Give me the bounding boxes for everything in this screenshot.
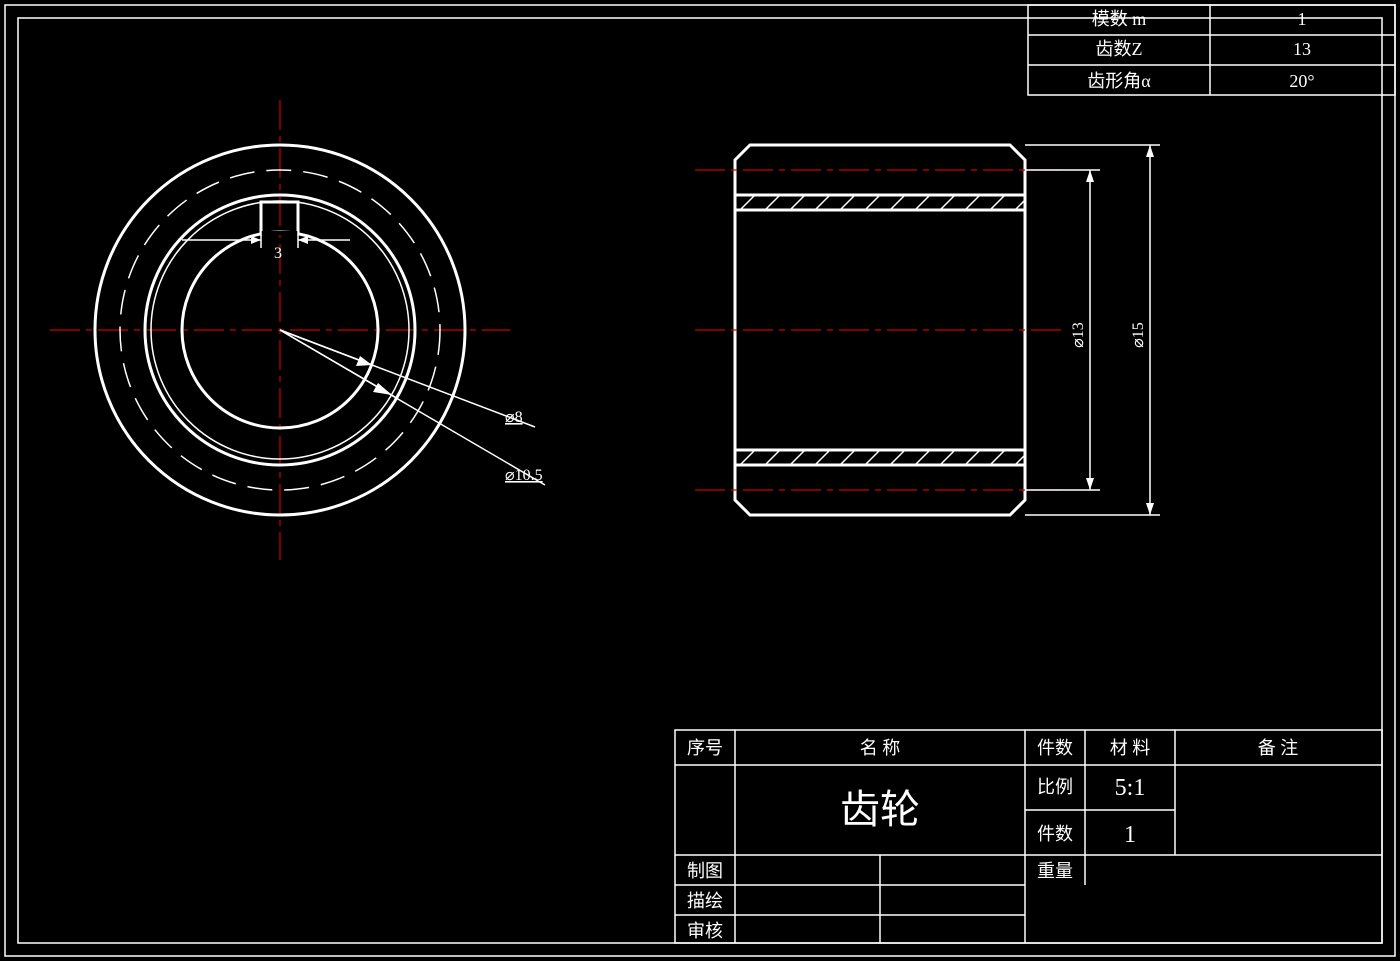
hdr-name: 名 称 xyxy=(860,738,901,758)
outer-border xyxy=(5,5,1395,956)
title-block: 序号 名 称 件数 材 料 备 注 齿轮 比例 5:1 件数 1 制图 描绘 审… xyxy=(675,730,1382,943)
front-view: 3 ⌀8 ⌀10.5 xyxy=(50,100,545,560)
hdr-material: 材 料 xyxy=(1110,738,1151,758)
drawing-canvas: 模数 m 1 齿数Z 13 齿形角α 20° 3 ⌀8 xyxy=(0,0,1400,961)
param-label-2: 齿形角α xyxy=(1087,71,1151,91)
dim-outer-dia: ⌀15 xyxy=(1130,322,1147,348)
dim-bore: ⌀8 xyxy=(505,409,523,426)
drawn-by-label: 制图 xyxy=(687,861,723,881)
param-value-1: 13 xyxy=(1293,39,1311,59)
scale-value: 5:1 xyxy=(1115,775,1146,801)
dim-keyway-width: 3 xyxy=(274,245,282,262)
side-view: ⌀13 ⌀15 xyxy=(695,145,1160,515)
dim-keyway-dia: ⌀10.5 xyxy=(505,467,543,484)
param-value-0: 1 xyxy=(1298,9,1307,29)
param-label-1: 齿数Z xyxy=(1096,39,1143,59)
checked-by-label: 审核 xyxy=(687,921,723,941)
scale-label: 比例 xyxy=(1037,777,1073,797)
weight-label: 重量 xyxy=(1037,861,1073,881)
traced-by-label: 描绘 xyxy=(687,891,723,911)
hatch-top xyxy=(740,195,1025,210)
param-label-0: 模数 m xyxy=(1092,9,1147,29)
hdr-seq: 序号 xyxy=(687,738,723,758)
qty2-value: 1 xyxy=(1124,822,1136,848)
hdr-qty: 件数 xyxy=(1037,738,1073,758)
dim-pitch-dia: ⌀13 xyxy=(1070,322,1087,348)
qty2-label: 件数 xyxy=(1037,824,1073,844)
hatch-bottom xyxy=(740,450,1025,465)
param-value-2: 20° xyxy=(1289,71,1314,91)
part-name: 齿轮 xyxy=(840,787,920,832)
inner-border xyxy=(18,18,1382,943)
hdr-remarks: 备 注 xyxy=(1258,738,1299,758)
